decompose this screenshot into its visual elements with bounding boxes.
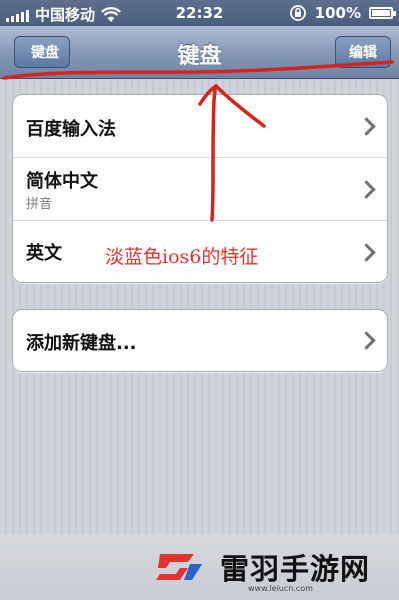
- watermark-footer: 雷羽手游网 www.leiucn.com: [0, 534, 399, 600]
- add-keyboard-button[interactable]: 添加新键盘...: [13, 310, 387, 371]
- watermark-name: 雷羽手游网: [220, 552, 371, 586]
- battery-percent: 100%: [314, 4, 361, 22]
- list-item-simplified-chinese[interactable]: 简体中文 拼音: [13, 157, 387, 220]
- edit-button[interactable]: 编辑: [335, 36, 391, 68]
- rotation-lock-icon: [289, 5, 306, 21]
- navigation-bar: 键盘 键盘 编辑: [0, 26, 399, 79]
- chevron-right-icon: [357, 180, 376, 199]
- list-item-label: 添加新键盘...: [26, 333, 137, 354]
- list-item-label: 百度输入法: [26, 119, 116, 140]
- add-keyboard-group: 添加新键盘...: [12, 309, 388, 372]
- chevron-right-icon: [357, 117, 376, 136]
- screen: 中国移动 22:32 100% 键盘 键盘 编辑 百度输入法 简体中文 拼音 英…: [0, 0, 399, 600]
- chevron-right-icon: [357, 331, 376, 350]
- list-item-sublabel: 拼音: [26, 197, 53, 212]
- battery-icon: [369, 7, 396, 19]
- watermark-url: www.leiucn.com: [248, 584, 313, 593]
- list-item-label: 英文: [26, 243, 62, 264]
- chevron-right-icon: [357, 243, 376, 262]
- annotation-drawing: [2, 60, 394, 222]
- status-bar: 中国移动 22:32 100%: [0, 0, 399, 26]
- list-item-label: 简体中文: [26, 171, 98, 192]
- annotation-text: 淡蓝色ios6的特征: [105, 246, 259, 268]
- status-right: 100%: [289, 4, 396, 22]
- list-item-baidu[interactable]: 百度输入法: [13, 95, 387, 157]
- watermark-logo-icon: [156, 554, 202, 580]
